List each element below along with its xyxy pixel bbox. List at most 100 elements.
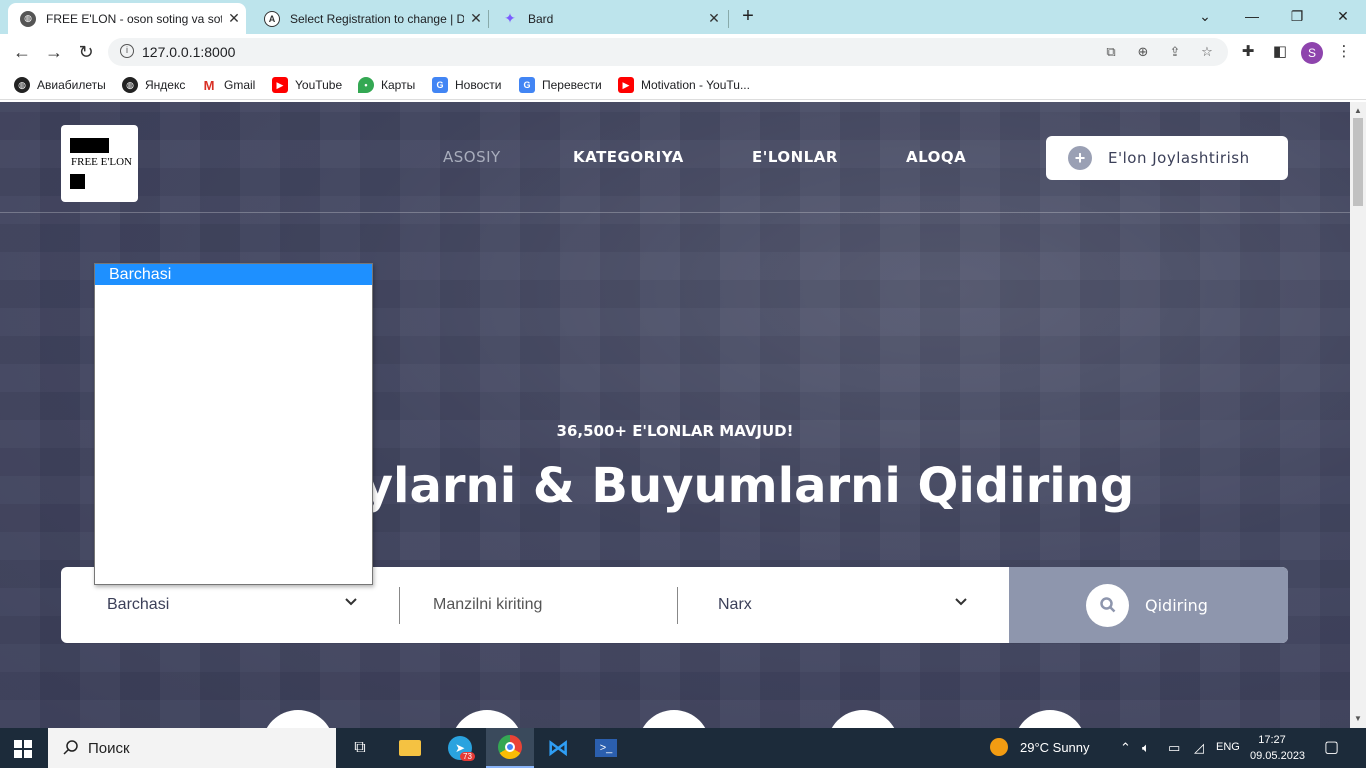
category-circle[interactable] — [451, 710, 523, 728]
tray-chevron-icon[interactable]: ⌃ — [1120, 740, 1131, 756]
nav-kategoriya[interactable]: KATEGORIYA — [573, 148, 684, 166]
bookmark-translate[interactable]: G Перевести — [519, 77, 602, 93]
site-logo[interactable]: FREE E'LON — [61, 125, 138, 202]
tab-title: FREE E'LON - oson soting va sotib — [46, 11, 222, 26]
tab-free-elon[interactable]: ◍ FREE E'LON - oson soting va sotib ✕ — [8, 3, 246, 34]
tab-title: Select Registration to change | Dj — [290, 11, 464, 26]
bookmark-label: Motivation - YouTu... — [641, 78, 750, 92]
scroll-down-icon[interactable]: ▼ — [1354, 714, 1362, 723]
weather-text[interactable]: 29°C Sunny — [1020, 740, 1090, 755]
translate-icon: G — [519, 77, 535, 93]
taskbar-clock[interactable]: 17:27 09.05.2023 — [1250, 732, 1306, 764]
close-window-icon[interactable]: ✕ — [1323, 4, 1363, 28]
hero-headline: n Joylarni & Buyumlarni Qidiring — [260, 458, 1135, 514]
language-indicator[interactable]: ENG — [1216, 741, 1240, 753]
taskbar-search[interactable]: Поиск — [48, 728, 336, 768]
extensions-icon[interactable]: ✚ — [1238, 42, 1258, 62]
side-panel-icon[interactable]: ◧ — [1270, 42, 1290, 62]
windows-start-icon[interactable] — [14, 740, 32, 758]
news-icon: G — [432, 77, 448, 93]
bookmark-youtube[interactable]: ▶ YouTube — [272, 77, 342, 93]
translate-icon[interactable]: ⧉ — [1102, 44, 1120, 60]
share-icon[interactable]: ⇪ — [1166, 44, 1184, 60]
bookmark-star-icon[interactable]: ☆ — [1198, 44, 1216, 60]
file-explorer-icon[interactable] — [386, 728, 434, 768]
network-icon[interactable]: ◿ — [1194, 740, 1204, 756]
post-ad-button[interactable]: + E'lon Joylashtirish — [1046, 136, 1288, 180]
clock-date: 09.05.2023 — [1250, 750, 1306, 762]
location-input[interactable]: Manzilni kiriting — [433, 567, 673, 643]
location-placeholder: Manzilni kiriting — [433, 596, 543, 613]
bookmark-aviabilety[interactable]: ◍ Авиабилеты — [14, 77, 106, 93]
forward-icon[interactable]: → — [42, 40, 66, 64]
telegram-badge: 73 — [460, 752, 475, 761]
tab-bard[interactable]: ✦ Bard ✕ — [490, 3, 726, 34]
telegram-icon[interactable]: ➤ 73 — [436, 728, 484, 768]
dropdown-option-selected[interactable]: Barchasi — [95, 264, 372, 285]
bard-sparkle-icon: ✦ — [504, 10, 516, 26]
plus-circle-icon: + — [1068, 146, 1092, 170]
category-select-value: Barchasi — [107, 596, 170, 613]
reload-icon[interactable]: ↻ — [74, 40, 98, 64]
scrollbar-thumb[interactable] — [1353, 118, 1363, 206]
bookmarks-bar: ◍ Авиабилеты ◍ Яндекс M Gmail ▶ YouTube • Кар… — [0, 70, 1366, 100]
search-icon — [63, 740, 78, 755]
tab-search-icon[interactable]: ⌄ — [1185, 4, 1225, 28]
bookmark-label: Яндекс — [145, 78, 186, 92]
site-info-icon[interactable]: i — [120, 44, 134, 58]
nav-aloqa[interactable]: ALOQA — [906, 148, 966, 166]
windows-taskbar: Поиск ⧉ ➤ 73 ⋈ >_ 29°C Sunny ⌃ 🔈︎ ▭ ◿ EN… — [0, 728, 1366, 768]
battery-icon[interactable]: ▭ — [1168, 740, 1180, 756]
category-dropdown-list: Barchasi — [94, 263, 373, 585]
chevron-down-icon — [955, 598, 967, 606]
weather-sun-icon — [990, 738, 1008, 756]
address-bar[interactable]: i 127.0.0.1:8000 ⧉ ⊕ ⇪ ☆ — [108, 38, 1228, 66]
bookmark-news[interactable]: G Новости — [432, 77, 501, 93]
zoom-icon[interactable]: ⊕ — [1134, 44, 1152, 60]
category-circle[interactable] — [262, 710, 334, 728]
tab-title: Bard — [528, 11, 554, 26]
chrome-icon[interactable] — [486, 728, 534, 768]
vscode-icon[interactable]: ⋈ — [534, 728, 582, 768]
django-icon: A — [264, 10, 280, 27]
minimize-icon[interactable]: — — [1232, 4, 1272, 28]
scroll-up-icon[interactable]: ▲ — [1354, 106, 1362, 115]
notifications-icon[interactable]: ▢ — [1324, 737, 1339, 757]
category-circle[interactable] — [638, 710, 710, 728]
nav-elonlar[interactable]: E'LONLAR — [752, 148, 838, 166]
page-scrollbar[interactable]: ▲ ▼ — [1350, 102, 1366, 728]
bookmark-motivation[interactable]: ▶ Motivation - YouTu... — [618, 77, 750, 93]
youtube-icon: ▶ — [618, 77, 634, 93]
bookmark-label: Новости — [455, 78, 502, 92]
tab-strip: ◍ FREE E'LON - oson soting va sotib ✕ A … — [0, 0, 1366, 34]
chevron-down-icon — [345, 598, 357, 606]
price-select[interactable]: Narx — [718, 567, 988, 643]
field-divider — [677, 587, 678, 624]
globe-icon: ◍ — [122, 77, 138, 93]
globe-icon: ◍ — [20, 10, 36, 27]
category-circle[interactable] — [827, 710, 899, 728]
clock-time: 17:27 — [1258, 734, 1286, 746]
bookmark-yandex[interactable]: ◍ Яндекс — [122, 77, 185, 93]
powershell-icon[interactable]: >_ — [582, 728, 630, 768]
search-button[interactable]: Qidiring — [1009, 567, 1288, 643]
restore-icon[interactable]: ❐ — [1277, 4, 1317, 28]
maps-pin-icon: • — [358, 77, 374, 93]
bookmark-gmail[interactable]: M Gmail — [201, 77, 255, 93]
category-circle[interactable] — [1014, 710, 1086, 728]
new-tab-icon[interactable]: + — [728, 4, 768, 28]
header-divider — [0, 212, 1350, 213]
close-tab-icon[interactable]: ✕ — [464, 10, 488, 27]
tab-django-admin[interactable]: A Select Registration to change | Dj ✕ — [252, 3, 488, 34]
task-view-icon[interactable]: ⧉ — [336, 728, 384, 768]
close-tab-icon[interactable]: ✕ — [222, 10, 246, 27]
tab-divider — [488, 10, 489, 28]
nav-asosiy[interactable]: ASOSIY — [443, 148, 501, 166]
profile-avatar[interactable]: S — [1301, 42, 1323, 64]
url-text: 127.0.0.1:8000 — [142, 44, 236, 60]
bookmark-maps[interactable]: • Карты — [358, 77, 415, 93]
close-tab-icon[interactable]: ✕ — [702, 10, 726, 27]
menu-kebab-icon[interactable]: ⋮ — [1334, 42, 1354, 62]
volume-icon[interactable]: 🔈︎ — [1142, 740, 1150, 756]
back-icon[interactable]: ← — [10, 40, 34, 64]
